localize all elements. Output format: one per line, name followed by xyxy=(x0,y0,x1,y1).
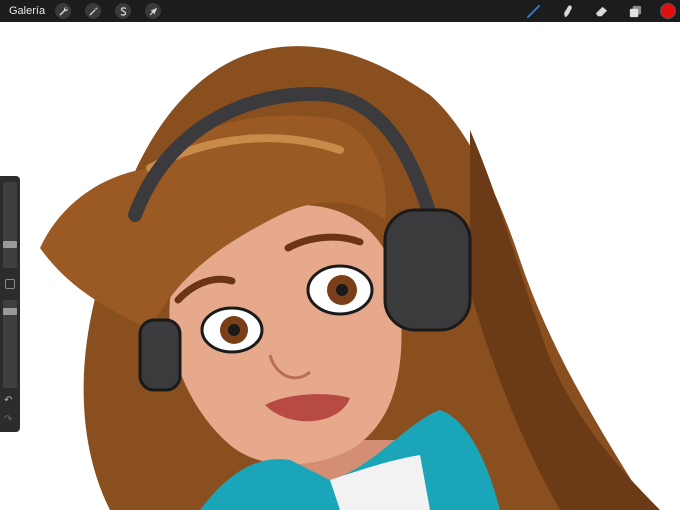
selection-s-icon xyxy=(120,6,126,16)
layers-icon xyxy=(629,5,641,17)
redo-icon[interactable]: ↷ xyxy=(4,414,12,425)
arrow-cursor-icon xyxy=(149,7,157,15)
adjustments-button[interactable] xyxy=(85,3,102,19)
brush-size-slider[interactable] xyxy=(3,182,17,268)
color-picker-button[interactable] xyxy=(661,4,675,18)
gallery-button[interactable]: Galería xyxy=(9,5,45,17)
artwork-girl-with-headphones xyxy=(40,46,660,510)
eraser-tool-button[interactable] xyxy=(593,3,609,19)
opacity-slider[interactable] xyxy=(3,300,17,388)
selection-button[interactable] xyxy=(115,3,132,19)
wrench-icon xyxy=(59,6,68,16)
smudge-tool-button[interactable] xyxy=(559,3,575,19)
layers-button[interactable] xyxy=(627,3,643,19)
opacity-thumb[interactable] xyxy=(3,308,17,315)
right-tool-group xyxy=(525,0,680,22)
drawing-canvas[interactable] xyxy=(0,22,680,510)
headphone-right-cup xyxy=(383,208,472,332)
actions-button[interactable] xyxy=(55,3,72,19)
brush-size-thumb[interactable] xyxy=(3,241,17,248)
eraser-icon xyxy=(595,6,607,16)
transform-button[interactable] xyxy=(145,3,162,19)
brush-icon xyxy=(526,4,540,18)
smudge-icon xyxy=(563,4,572,17)
brush-tool-button[interactable] xyxy=(525,3,541,19)
top-toolbar: Galería xyxy=(0,0,680,22)
modifier-square-icon[interactable] xyxy=(5,279,15,289)
sidebar: ↶ ↷ xyxy=(0,176,20,432)
headphone-left-cup xyxy=(138,318,182,392)
magic-wand-icon xyxy=(88,6,98,16)
undo-icon[interactable]: ↶ xyxy=(4,395,12,406)
